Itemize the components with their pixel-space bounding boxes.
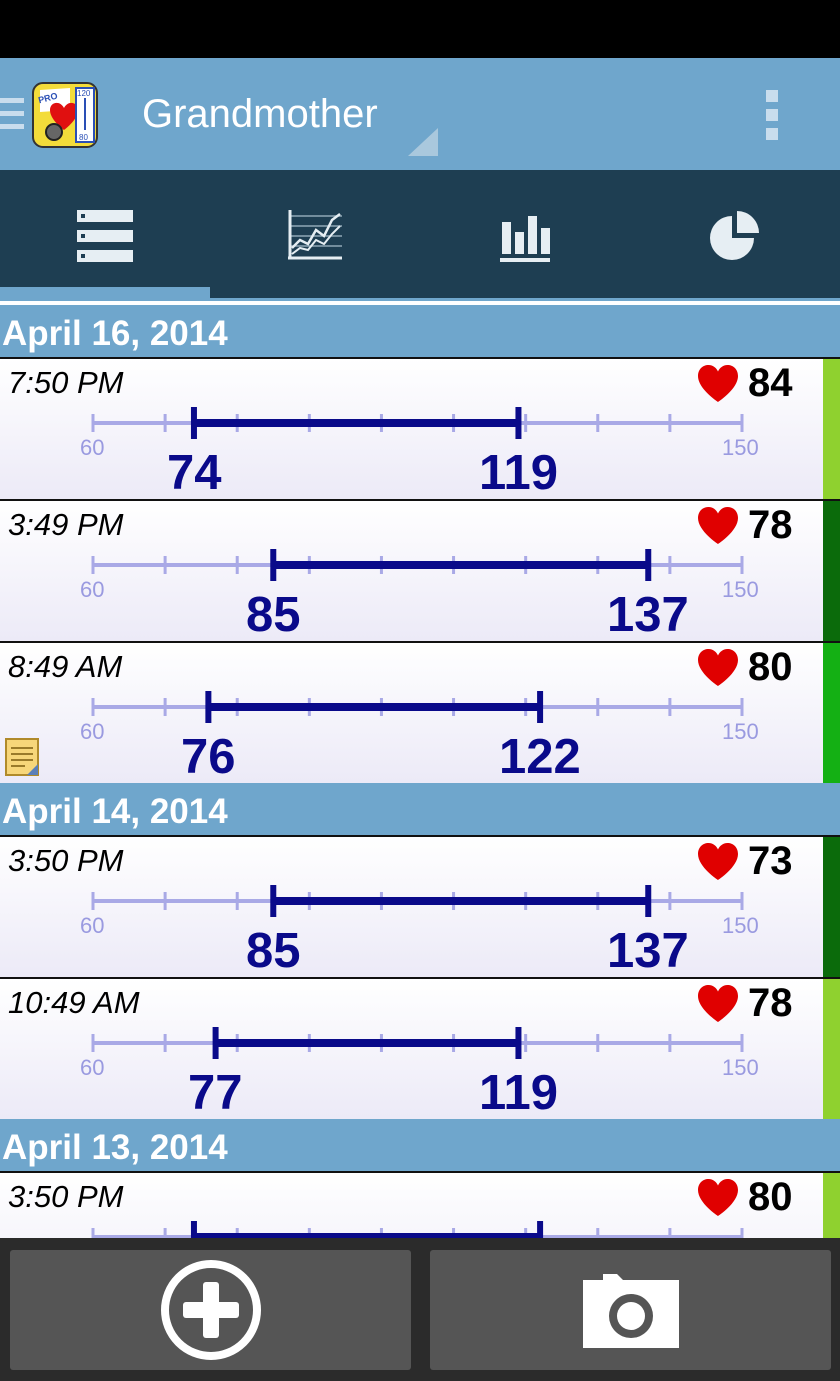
heart-icon	[697, 507, 739, 545]
heart-icon	[697, 843, 739, 881]
systolic-value: 119	[479, 1066, 559, 1120]
pulse-value: 73	[748, 839, 793, 883]
systolic-value: 137	[607, 924, 689, 978]
pulse-value: 80	[748, 1175, 793, 1219]
note-icon[interactable]	[5, 738, 39, 776]
camera-icon	[582, 1274, 679, 1348]
pulse-value: 84	[748, 361, 793, 405]
tab-pie-chart[interactable]	[630, 170, 840, 301]
pie-chart-icon	[710, 210, 759, 260]
systolic-value: 122	[499, 730, 581, 784]
systolic-value: 137	[607, 588, 689, 642]
bottom-bar	[0, 1238, 840, 1381]
status-color-stripe	[823, 643, 840, 785]
date-header: April 14, 2014	[0, 783, 840, 835]
reading-time: 3:50 PM	[8, 1179, 124, 1214]
diastolic-value: 85	[246, 588, 301, 642]
camera-button[interactable]	[430, 1250, 831, 1370]
scale-min-label: 60	[80, 577, 105, 602]
reading-row[interactable]: 10:49 AM 60 150 77 119 78	[0, 977, 840, 1121]
reading-row[interactable]: 3:50 PM601507412280	[0, 1171, 840, 1238]
reading-time: 10:49 AM	[8, 985, 140, 1020]
list-icon	[77, 209, 133, 262]
selected-tab-indicator	[0, 287, 210, 298]
heart-icon	[697, 1179, 739, 1217]
date-label: April 14, 2014	[2, 792, 228, 831]
logo-bottom-value: 80	[79, 133, 88, 142]
pulse-value: 78	[748, 981, 793, 1025]
status-bar	[0, 0, 840, 58]
reading-time: 3:49 PM	[8, 507, 124, 542]
logo-top-value: 120	[77, 89, 91, 98]
status-color-stripe	[823, 1173, 840, 1238]
tab-bar	[0, 170, 840, 301]
scale-max-label: 150	[722, 719, 759, 744]
reading-row[interactable]: 3:49 PM 60 150 85 137 78	[0, 499, 840, 643]
diastolic-value: 77	[188, 1066, 243, 1120]
scale-min-label: 60	[80, 719, 105, 744]
add-icon	[160, 1260, 261, 1360]
date-header: April 13, 2014	[0, 1119, 840, 1171]
status-color-stripe	[823, 501, 840, 643]
add-reading-button[interactable]	[10, 1250, 411, 1370]
tab-line-chart[interactable]	[210, 170, 420, 301]
status-color-stripe	[823, 979, 840, 1121]
reading-row[interactable]: 7:50 PM 60 150 74 119 84	[0, 357, 840, 501]
tab-list[interactable]	[0, 170, 210, 301]
reading-time: 7:50 PM	[8, 365, 124, 400]
diastolic-value: 76	[181, 730, 236, 784]
status-color-stripe	[823, 837, 840, 979]
status-color-stripe	[823, 359, 840, 501]
date-label: April 16, 2014	[2, 314, 228, 353]
app-logo-icon[interactable]: 120 80 PRO	[30, 80, 100, 150]
systolic-value: 119	[479, 446, 559, 500]
reading-row[interactable]: 3:50 PM 60 150 85 137 73	[0, 835, 840, 979]
reading-time: 8:49 AM	[8, 649, 123, 684]
diastolic-value: 74	[167, 446, 222, 500]
scale-min-label: 60	[80, 1055, 105, 1080]
scale-max-label: 150	[722, 435, 759, 460]
date-header: April 16, 2014	[0, 305, 840, 357]
scale-min-label: 60	[80, 435, 105, 460]
heart-icon	[697, 365, 739, 403]
reading-row[interactable]: 8:49 AM 60 150 76 122 80	[0, 641, 840, 785]
profile-spinner-title[interactable]: Grandmother	[142, 92, 378, 137]
pulse-value: 80	[748, 645, 793, 689]
reading-time: 3:50 PM	[8, 843, 124, 878]
date-label: April 13, 2014	[2, 1128, 228, 1167]
scale-max-label: 150	[722, 913, 759, 938]
spinner-dropdown-icon[interactable]	[408, 128, 438, 156]
scale-min-label: 60	[80, 913, 105, 938]
drawer-menu-icon[interactable]	[0, 98, 24, 132]
diastolic-value: 85	[246, 924, 301, 978]
heart-icon	[697, 649, 739, 687]
scale-max-label: 150	[722, 577, 759, 602]
scale-max-label: 150	[722, 1055, 759, 1080]
pulse-value: 78	[748, 503, 793, 547]
overflow-menu-icon[interactable]	[766, 90, 782, 140]
tab-bar-chart[interactable]	[420, 170, 630, 301]
heart-icon	[697, 985, 739, 1023]
bar-chart-icon	[500, 215, 550, 262]
reading-list[interactable]: April 16, 2014 7:50 PM 60 150 74 119 84 3:49 PM…	[0, 301, 840, 1238]
line-chart-icon	[288, 209, 342, 259]
